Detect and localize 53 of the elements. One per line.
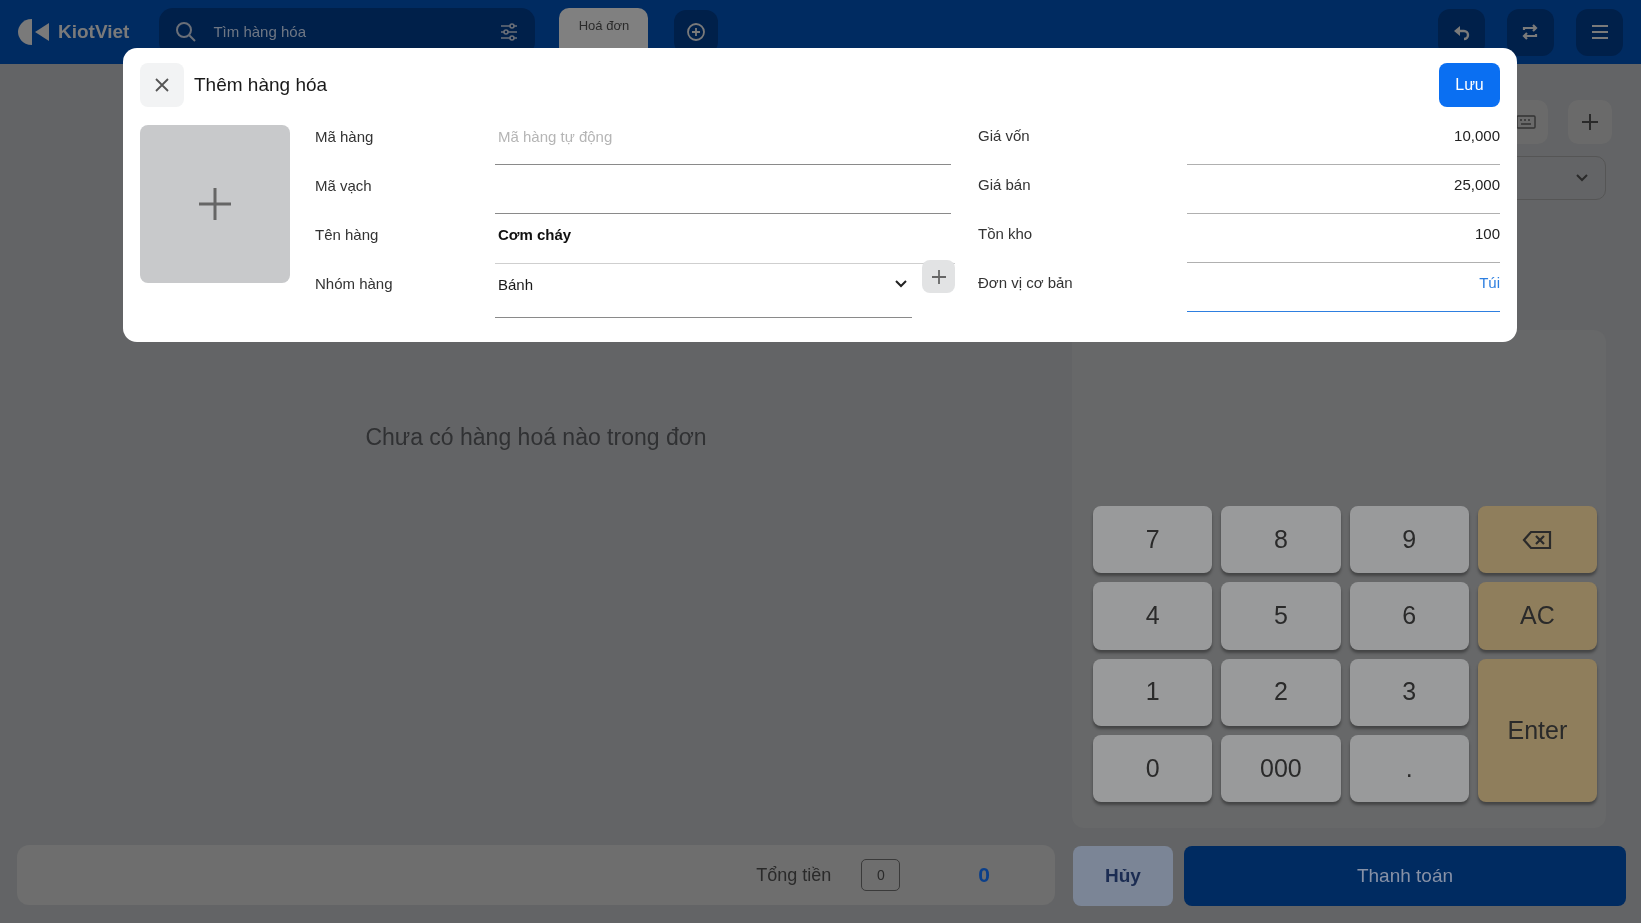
field-label: Tên hàng — [315, 225, 380, 245]
plus-icon — [931, 269, 946, 284]
dialog-title: Thêm hàng hóa — [194, 72, 328, 97]
sync-button[interactable] — [1507, 8, 1554, 56]
filter-icon[interactable] — [499, 22, 520, 42]
keypad-key[interactable]: . — [1349, 734, 1469, 802]
field-label: Giá vốn — [978, 126, 1031, 146]
pay-button[interactable]: Thanh toán — [1184, 846, 1626, 906]
total-label: Tổng tiền — [756, 863, 832, 887]
backspace-key[interactable] — [1477, 506, 1597, 574]
keypad-key[interactable]: 3 — [1349, 658, 1469, 726]
field-label: Tồn kho — [978, 224, 1034, 244]
keypad-key[interactable]: 9 — [1349, 506, 1469, 574]
save-button[interactable]: Lưu — [1439, 63, 1500, 107]
enter-key[interactable]: Enter — [1477, 658, 1597, 802]
keypad-key[interactable]: 8 — [1221, 506, 1341, 574]
close-icon — [154, 77, 170, 93]
field-label: Nhóm hàng — [315, 274, 394, 294]
cancel-button[interactable]: Hủy — [1073, 846, 1173, 906]
total-amount: 0 — [978, 862, 990, 889]
keypad-key[interactable]: 5 — [1221, 582, 1341, 650]
chevron-down-icon — [1575, 173, 1589, 183]
field-label: Mã vạch — [315, 176, 373, 196]
keypad-key[interactable]: 7 — [1093, 506, 1213, 574]
add-group-button[interactable] — [922, 260, 955, 293]
text-field[interactable]: 10,000 — [1187, 125, 1500, 165]
field-label: Đơn vị cơ bản — [978, 273, 1074, 293]
add-button[interactable] — [1568, 100, 1612, 144]
keyboard-icon — [1516, 115, 1536, 129]
clear-key[interactable]: AC — [1477, 582, 1597, 650]
text-field[interactable]: Túi — [1187, 272, 1500, 312]
keypad-key[interactable]: 1 — [1093, 658, 1213, 726]
text-field[interactable]: 100 — [1187, 223, 1500, 263]
keypad-key[interactable]: 000 — [1221, 734, 1341, 802]
close-button[interactable] — [140, 63, 184, 107]
backspace-icon — [1522, 529, 1553, 550]
keypad-key[interactable]: 4 — [1093, 582, 1213, 650]
plus-icon — [1580, 112, 1600, 132]
field-label: Giá bán — [978, 175, 1032, 195]
chevron-down-icon — [894, 279, 908, 289]
add-circle-icon — [686, 22, 707, 42]
keypad-key[interactable]: 6 — [1349, 582, 1469, 650]
menu-button[interactable] — [1576, 8, 1623, 56]
quantity-count: 0 — [861, 859, 901, 891]
search-icon — [175, 21, 198, 43]
logo-icon — [18, 17, 50, 47]
group-dropdown[interactable]: Bánh — [495, 272, 912, 318]
keypad-key[interactable]: 0 — [1093, 734, 1213, 802]
field-label: Mã hàng — [315, 127, 375, 147]
plus-icon — [199, 188, 231, 220]
text-field[interactable]: 25,000 — [1187, 174, 1500, 214]
keypad-key[interactable]: 2 — [1221, 658, 1341, 726]
logo-text: KiotViet — [58, 19, 130, 44]
